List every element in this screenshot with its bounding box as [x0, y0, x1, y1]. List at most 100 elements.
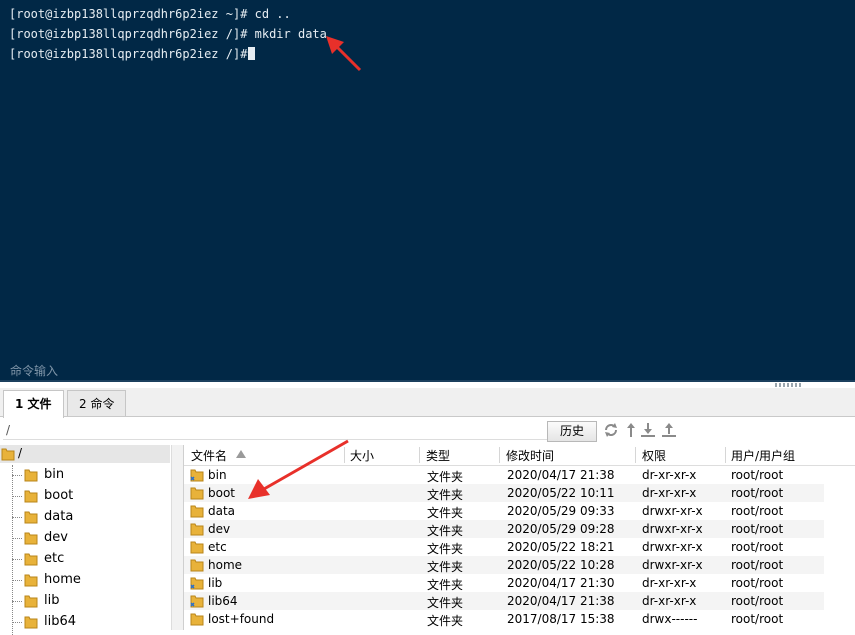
file-owner: root/root: [731, 576, 784, 590]
tree-item[interactable]: boot: [20, 486, 170, 507]
download-icon[interactable]: [640, 422, 656, 438]
file-type: 文件夹: [427, 506, 464, 520]
refresh-icon[interactable]: [603, 422, 619, 438]
tab-files[interactable]: 1 文件: [3, 390, 64, 418]
file-name: boot: [208, 486, 236, 500]
folder-icon: [190, 612, 204, 626]
file-row[interactable]: lost+found 文件夹 2017/08/17 15:38 drwx------ r…: [184, 610, 824, 628]
path-bar: 历史: [0, 418, 855, 444]
file-permission: drwxr-xr-x: [642, 504, 703, 518]
folder-icon: [24, 552, 38, 566]
file-mtime: 2017/08/17 15:38: [507, 612, 615, 626]
upload-icon[interactable]: [661, 422, 677, 438]
tree-item-label: dev: [44, 530, 68, 545]
file-owner: root/root: [731, 486, 784, 500]
column-header-type[interactable]: 类型: [426, 447, 450, 464]
column-header-name[interactable]: 文件名: [191, 447, 227, 464]
folder-icon: [190, 558, 204, 572]
tab-commands[interactable]: 2 命令: [67, 390, 127, 416]
file-type: 文件夹: [427, 560, 464, 574]
terminal-cursor: [248, 47, 256, 60]
splitter[interactable]: [0, 380, 855, 382]
history-button[interactable]: 历史: [547, 421, 597, 442]
folder-icon: [24, 573, 38, 587]
file-permission: dr-xr-xr-x: [642, 576, 697, 590]
terminal-line: [root@izbp138llqprzqdhr6p2iez /]#: [9, 44, 327, 64]
folder-icon: [190, 486, 204, 500]
file-name: lost+found: [208, 612, 275, 626]
column-header-owner[interactable]: 用户/用户组: [731, 447, 795, 464]
file-mtime: 2020/04/17 21:38: [507, 468, 615, 482]
tree-guide: [12, 465, 13, 635]
terminal-panel[interactable]: [root@izbp138llqprzqdhr6p2iez ~]# cd .. …: [0, 0, 855, 381]
tree-item[interactable]: dev: [20, 528, 170, 549]
file-mtime: 2020/05/29 09:33: [507, 504, 615, 518]
file-row[interactable]: lib64 文件夹 2020/04/17 21:38 dr-xr-xr-x root/r…: [184, 592, 824, 610]
folder-icon: [24, 510, 38, 524]
file-name: dev: [208, 522, 231, 536]
file-name: etc: [208, 540, 227, 554]
file-mtime: 2020/04/17 21:38: [507, 594, 615, 608]
tree-root-label: /: [18, 446, 23, 460]
file-mtime: 2020/04/17 21:30: [507, 576, 615, 590]
folder-icon: [24, 594, 38, 608]
resize-grip[interactable]: [775, 383, 801, 387]
tree-item[interactable]: etc: [20, 549, 170, 570]
file-name: data: [208, 504, 236, 518]
tree-item[interactable]: bin: [20, 465, 170, 486]
file-permission: dr-xr-xr-x: [642, 594, 697, 608]
folder-icon: [190, 504, 204, 518]
file-permission: drwxr-xr-x: [642, 558, 703, 572]
folder-icon: [190, 540, 204, 554]
column-header-permission[interactable]: 权限: [642, 447, 666, 464]
terminal-output: [root@izbp138llqprzqdhr6p2iez ~]# cd .. …: [9, 4, 327, 64]
file-permission: drwxr-xr-x: [642, 522, 703, 536]
tree-item-label: etc: [44, 551, 65, 566]
tree-scrollbar[interactable]: [171, 445, 183, 630]
file-mtime: 2020/05/22 18:21: [507, 540, 615, 554]
folder-icon: [190, 576, 204, 590]
file-type: 文件夹: [427, 614, 464, 628]
file-name: bin: [208, 468, 227, 482]
terminal-prompt: [root@izbp138llqprzqdhr6p2iez /]#: [9, 47, 248, 61]
file-row[interactable]: dev 文件夹 2020/05/29 09:28 drwxr-xr-x root/roo…: [184, 520, 824, 538]
annotation-arrow: [248, 439, 349, 499]
file-type: 文件夹: [427, 524, 464, 538]
file-row[interactable]: home 文件夹 2020/05/22 10:28 drwxr-xr-x root/ro…: [184, 556, 824, 574]
tree-root[interactable]: /: [0, 445, 170, 463]
file-owner: root/root: [731, 612, 784, 626]
file-name: lib: [208, 576, 223, 590]
file-permission: dr-xr-xr-x: [642, 486, 697, 500]
directory-tree[interactable]: / bin boot data dev etc home lib lib64: [0, 445, 184, 635]
tree-item[interactable]: home: [20, 570, 170, 591]
file-type: 文件夹: [427, 596, 464, 610]
folder-icon: [24, 615, 38, 629]
terminal-line: [root@izbp138llqprzqdhr6p2iez ~]# cd ..: [9, 7, 291, 21]
file-type: 文件夹: [427, 470, 464, 484]
file-mtime: 2020/05/22 10:28: [507, 558, 615, 572]
file-owner: root/root: [731, 522, 784, 536]
file-owner: root/root: [731, 540, 784, 554]
command-input-label[interactable]: 命令输入: [10, 362, 58, 379]
column-header-mtime[interactable]: 修改时间: [506, 447, 554, 464]
folder-icon: [190, 468, 204, 482]
file-owner: root/root: [731, 594, 784, 608]
go-up-icon[interactable]: [623, 422, 639, 438]
tree-item-label: lib: [44, 593, 60, 608]
folder-icon: [190, 522, 204, 536]
file-row[interactable]: lib 文件夹 2020/04/17 21:30 dr-xr-xr-x root/roo…: [184, 574, 824, 592]
folder-icon: [24, 489, 38, 503]
file-list[interactable]: 文件名 大小 类型 修改时间 权限 用户/用户组 bin 文件夹 2020/04/1…: [184, 439, 855, 630]
tree-item[interactable]: lib: [20, 591, 170, 612]
file-owner: root/root: [731, 504, 784, 518]
tree-item[interactable]: data: [20, 507, 170, 528]
tree-item-label: bin: [44, 467, 65, 482]
tab-bar: 1 文件 2 命令: [0, 388, 855, 418]
file-mtime: 2020/05/29 09:28: [507, 522, 615, 536]
file-name: home: [208, 558, 243, 572]
tree-item-label: data: [44, 509, 74, 524]
file-row[interactable]: etc 文件夹 2020/05/22 18:21 drwxr-xr-x root/roo…: [184, 538, 824, 556]
file-name: lib64: [208, 594, 238, 608]
file-mtime: 2020/05/22 10:11: [507, 486, 615, 500]
annotation-arrow: [326, 36, 362, 72]
